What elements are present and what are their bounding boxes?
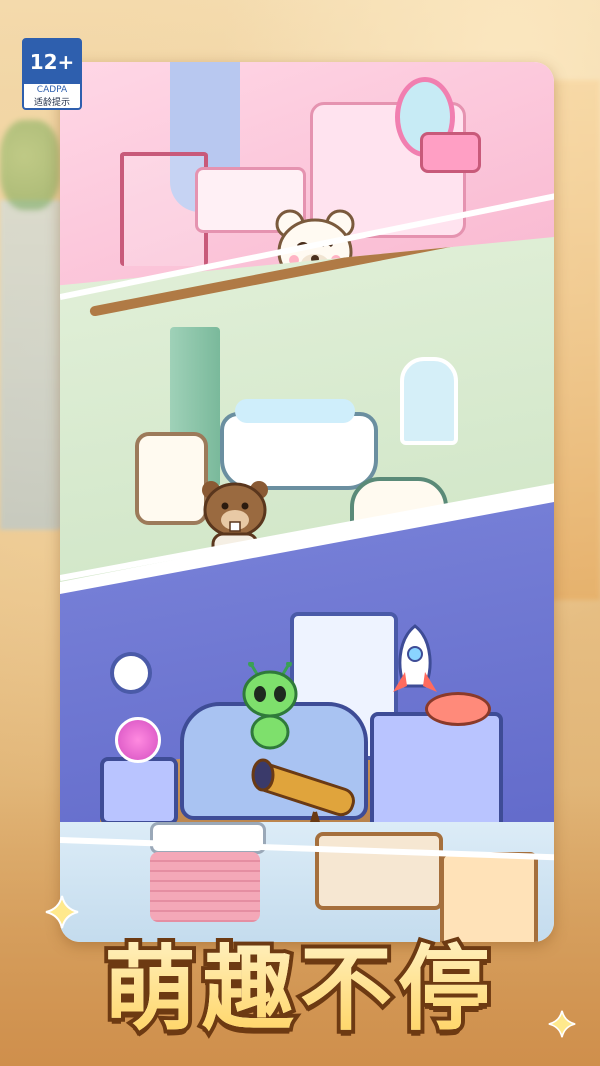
alien-icon (242, 662, 298, 750)
wall-clock (110, 652, 152, 694)
desk (370, 712, 503, 830)
bookshelf (315, 832, 443, 910)
room-showcase-card (60, 62, 554, 942)
age-rating-org: CADPA (36, 85, 68, 95)
background-plant (0, 120, 60, 210)
lamp-globe (115, 717, 161, 763)
bathroom-mirror (400, 357, 458, 445)
bath-bubbles (235, 399, 355, 423)
slogan-outline: 萌趣不停 (100, 932, 496, 1047)
age-rating-value: 12+ (24, 40, 80, 84)
nightstand (100, 757, 178, 825)
rocket-icon (393, 624, 437, 692)
makeup-box (420, 132, 481, 173)
age-rating-badge: 12+ CADPA 适龄提示 (22, 38, 82, 110)
age-rating-label: 适龄提示 (33, 98, 70, 108)
window-blind (150, 852, 260, 922)
